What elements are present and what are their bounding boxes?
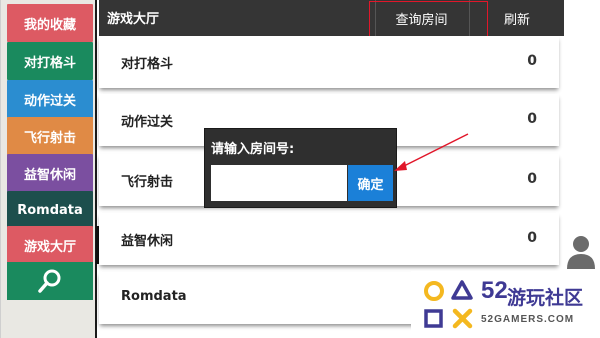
- query-room-button[interactable]: 查询房间: [375, 0, 467, 36]
- confirm-button[interactable]: 确定: [348, 165, 393, 201]
- sidebar-item-shooting[interactable]: 飞行射击: [7, 117, 93, 155]
- site-watermark: 52 游玩社区 52GAMERS.COM: [411, 271, 600, 338]
- top-bar: 游戏大厅 查询房间 刷新: [99, 0, 564, 36]
- room-number-dialog: 请输入房间号: 确定: [204, 128, 397, 208]
- sidebar-search-button[interactable]: [7, 262, 93, 300]
- sidebar-item-fighting[interactable]: 对打格斗: [7, 42, 93, 80]
- sidebar-item-action[interactable]: 动作过关: [7, 80, 93, 118]
- search-icon: [38, 269, 61, 293]
- avatar[interactable]: [566, 233, 596, 271]
- sidebar-item-romdata[interactable]: Romdata: [7, 191, 93, 229]
- watermark-name: 游玩社区: [507, 287, 584, 309]
- room-count: 0: [527, 171, 537, 187]
- list-item[interactable]: 益智休闲 0: [99, 213, 559, 265]
- sidebar-item-puzzle[interactable]: 益智休闲: [7, 154, 93, 192]
- room-count: 0: [527, 230, 537, 246]
- gamepad-symbols-icon: [424, 280, 473, 329]
- page-title: 游戏大厅: [107, 12, 160, 27]
- room-category-name: 动作过关: [121, 115, 174, 130]
- room-count: 0: [527, 53, 537, 69]
- room-number-input[interactable]: [211, 165, 347, 201]
- list-item[interactable]: 对打格斗 0: [99, 36, 559, 88]
- room-category-name: 飞行射击: [121, 175, 174, 190]
- dialog-title: 请输入房间号:: [211, 142, 295, 157]
- category-sidebar: 我的收藏 对打格斗 动作过关 飞行射击 益智休闲 Romdata 游戏大厅: [0, 0, 101, 338]
- watermark-domain: 52GAMERS.COM: [481, 314, 575, 325]
- room-category-name: 益智休闲: [121, 234, 174, 249]
- watermark-number: 52: [481, 277, 508, 304]
- sidebar-item-game-lobby[interactable]: 游戏大厅: [7, 226, 101, 264]
- room-count: 0: [527, 111, 537, 127]
- user-icon: [567, 236, 595, 269]
- room-category-name: 对打格斗: [121, 57, 174, 72]
- room-category-name: Romdata: [121, 289, 187, 304]
- refresh-button[interactable]: 刷新: [469, 0, 564, 36]
- sidebar-item-favorites[interactable]: 我的收藏: [7, 4, 93, 42]
